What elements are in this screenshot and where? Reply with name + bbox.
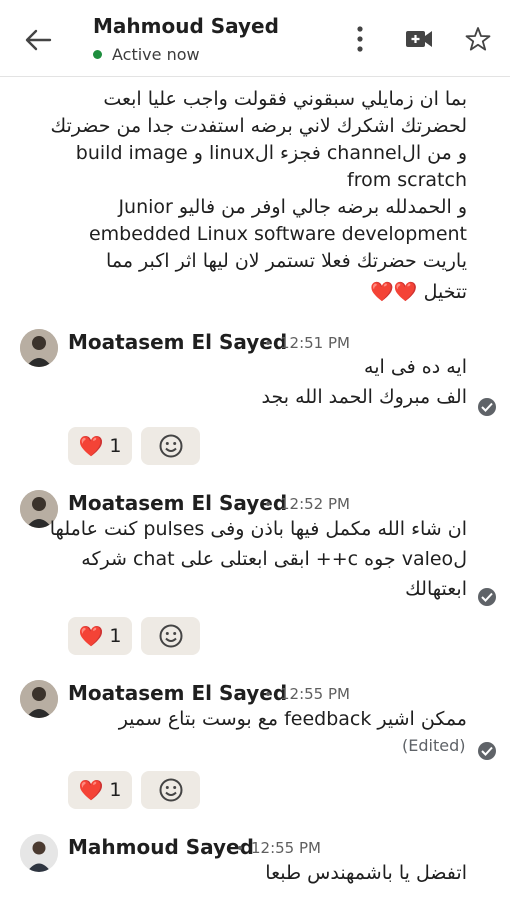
reaction-chip[interactable]: ❤️ 1 [68, 427, 132, 465]
message-line: ياريت حضرتك فعلا تستمر لان ليها اثر اكبر… [106, 250, 467, 272]
message-line: الف مبروك الحمد الله بجد [261, 386, 467, 408]
presence-status: Active now [93, 45, 200, 64]
separator-dot: • [264, 336, 273, 352]
heart-icon: ❤️ [78, 778, 104, 802]
avatar[interactable] [20, 834, 58, 872]
arrow-back-icon [25, 29, 52, 51]
message-line: لvaleo جوه c++ ابقى ابعتلى على chat شركه [81, 548, 467, 570]
message-time: 12:55 PM [280, 685, 350, 703]
separator-dot: • [264, 687, 273, 703]
reaction-chip[interactable]: ❤️ 1 [68, 617, 132, 655]
separator-dot: • [236, 841, 245, 857]
add-reaction-button[interactable] [141, 427, 200, 465]
avatar[interactable] [20, 680, 58, 718]
check-icon [481, 402, 493, 412]
message-line: تتخيل ❤️❤️ [370, 281, 467, 303]
sender-name[interactable]: Moatasem El Sayed [68, 681, 287, 705]
video-call-button[interactable] [404, 25, 434, 53]
check-icon [481, 592, 493, 602]
add-reaction-button[interactable] [141, 617, 200, 655]
message-time: 12:55 PM [251, 839, 321, 857]
back-button[interactable] [20, 22, 56, 58]
heart-icon: ❤️ [78, 434, 104, 458]
read-receipt [478, 588, 496, 606]
message-line: لحضرتك اشكرك لاني برضه استفدت جدا من حضر… [50, 115, 467, 137]
message-time: 12:52 PM [280, 495, 350, 513]
presence-label: Active now [112, 45, 200, 64]
add-reaction-icon [159, 778, 182, 802]
sender-name[interactable]: Moatasem El Sayed [68, 330, 287, 354]
reaction-count: 1 [109, 435, 122, 457]
message-line: ممكن اشير feedback مع بوست بتاع سمير [118, 708, 467, 730]
message-line: و الحمدلله برضه جالي اوفر من فاليو Junio… [118, 196, 467, 218]
reaction-chip[interactable]: ❤️ 1 [68, 771, 132, 809]
read-receipt [478, 742, 496, 760]
sender-name[interactable]: Moatasem El Sayed [68, 491, 287, 515]
message-time: 12:51 PM [280, 334, 350, 352]
message-line: embedded Linux software development [88, 223, 467, 245]
message-line: ان شاء الله مكمل فيها باذن وفى pulses كن… [49, 518, 467, 540]
separator-dot: • [264, 497, 273, 513]
check-icon [481, 746, 493, 756]
message-line: from scratch [347, 169, 467, 191]
message-line: ايه ده فى ايه [364, 356, 467, 378]
avatar[interactable] [20, 329, 58, 367]
more-options-button[interactable] [348, 24, 372, 54]
message-line: ابعتهالك [405, 578, 467, 600]
sender-name[interactable]: Mahmoud Sayed [68, 835, 254, 859]
video-call-icon [406, 31, 432, 47]
chat-header: Mahmoud Sayed Active now [0, 0, 510, 77]
message-line: بما ان زمايلي سبقوني فقولت واجب عليا ابع… [103, 88, 467, 110]
reaction-count: 1 [109, 779, 122, 801]
star-outline-icon [465, 27, 491, 51]
chat-title[interactable]: Mahmoud Sayed [93, 14, 279, 38]
reaction-count: 1 [109, 625, 122, 647]
active-status-icon [93, 50, 102, 59]
add-reaction-icon [159, 434, 182, 458]
add-reaction-icon [159, 624, 182, 648]
edited-label: (Edited) [402, 736, 466, 755]
message-line: اتفضل يا باشمهندس طبعا [265, 862, 467, 884]
read-receipt [478, 398, 496, 416]
star-button[interactable] [464, 25, 492, 53]
add-reaction-button[interactable] [141, 771, 200, 809]
message-line: و من الchannel فجزء الlinux و build imag… [75, 142, 467, 164]
heart-icon: ❤️ [78, 624, 104, 648]
more-vert-icon [357, 26, 363, 52]
